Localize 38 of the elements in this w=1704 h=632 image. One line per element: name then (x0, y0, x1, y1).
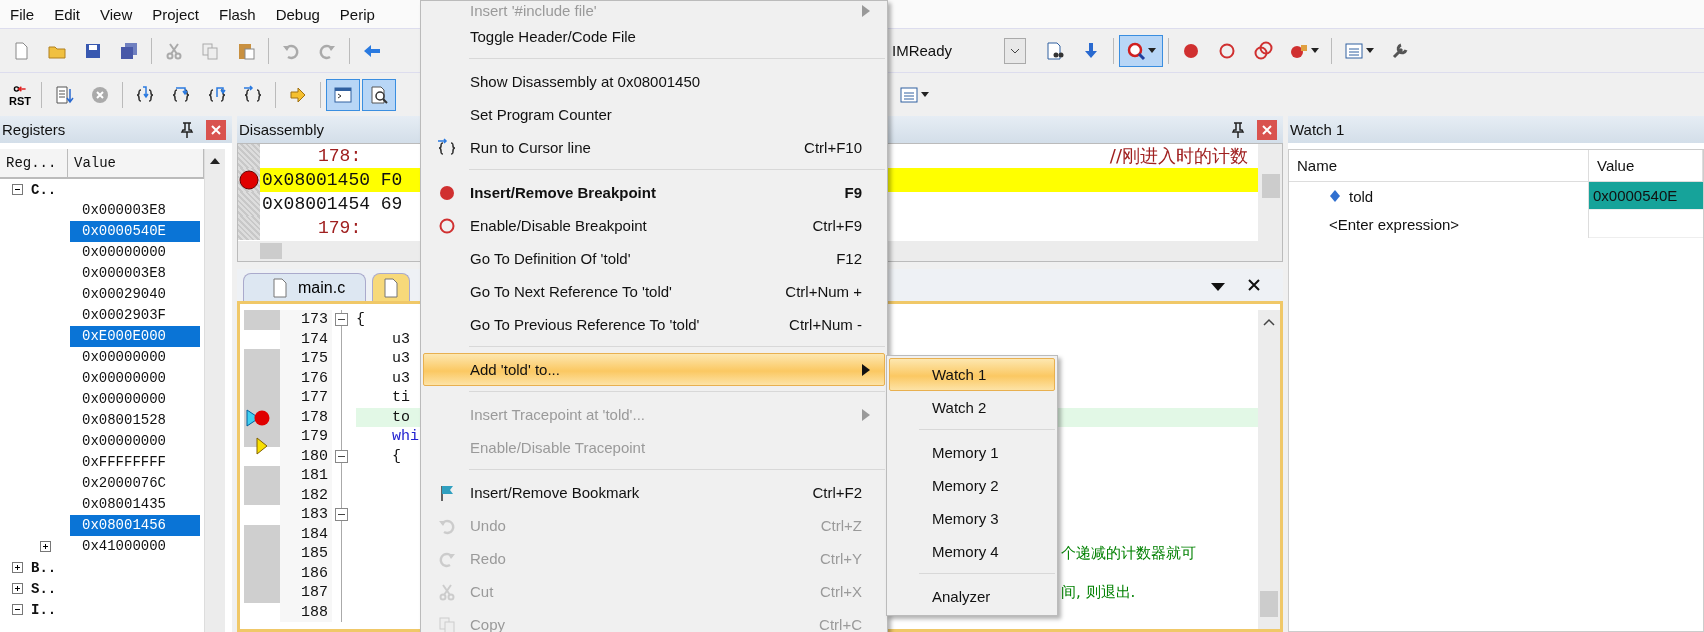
line-number: 181 (280, 466, 332, 486)
code-comment: //刚进入时的计数 (1109, 144, 1248, 168)
code-text: { (391, 447, 401, 465)
line-number: 174 (280, 329, 332, 349)
code-text: { (356, 311, 365, 329)
code-comment: 个递减的计数器就可 (1061, 544, 1197, 564)
code-text: to (391, 408, 410, 426)
code-text: u3 (391, 330, 410, 348)
line-number: 175 (280, 349, 332, 369)
instruction-line: 0x08001454 69 (261, 194, 403, 214)
line-number: 173 (280, 310, 332, 330)
source-line-label: 178: (317, 146, 362, 166)
code-comment: 间, 则退出. (1061, 583, 1137, 603)
register-group-label: I.. (31, 601, 57, 618)
panel-title: Registers (2, 121, 66, 138)
line-number: 179 (280, 427, 332, 447)
line-number: 178 (280, 407, 332, 427)
register-group-label: S.. (31, 580, 57, 597)
line-number: 186 (280, 563, 332, 583)
code-text: u3 (391, 350, 410, 368)
panel-title: Watch 1 (1290, 121, 1345, 138)
register-group-label: C.. (31, 181, 57, 198)
line-number: 187 (280, 583, 332, 603)
code-text: ti (391, 389, 410, 407)
instruction-line: 0x08001450 F0 (261, 170, 403, 190)
code-text: whi (391, 428, 419, 446)
line-number: 177 (280, 388, 332, 408)
line-number: 185 (280, 544, 332, 564)
code-text: u3 (391, 369, 410, 387)
register-group-label: B.. (31, 559, 57, 576)
line-number: 183 (280, 505, 332, 525)
line-number: 182 (280, 485, 332, 505)
line-number: 184 (280, 524, 332, 544)
panel-title: Disassembly (239, 121, 325, 138)
line-number: 176 (280, 368, 332, 388)
line-number: 188 (280, 602, 332, 622)
line-number: 180 (280, 446, 332, 466)
source-line-label: 179: (317, 218, 362, 238)
